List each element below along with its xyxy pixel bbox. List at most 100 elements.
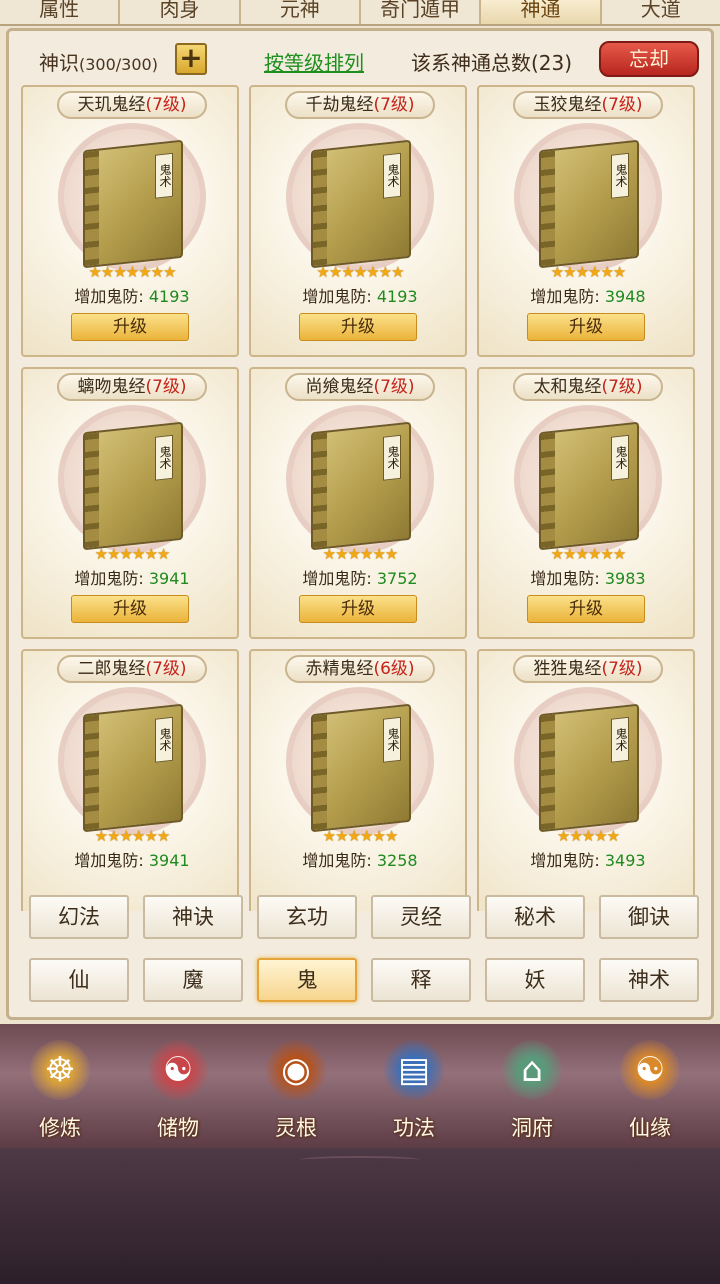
skill-card-grid[interactable]: 天玑鬼经(7级) 鬼术 ★★★★★★★ 增加鬼防: 4193 升级 千劫鬼经(7级) 鬼术 ★… (21, 85, 705, 911)
skill-name: 狌狌鬼经 (533, 659, 602, 679)
palace-icon: ⌂ (502, 1040, 562, 1100)
skill-level: (7级) (601, 95, 643, 115)
stat-value: 3493 (604, 851, 646, 870)
category-button[interactable]: 仙 (29, 958, 129, 1002)
star-rating: ★★★★★★ (550, 263, 627, 281)
stat-value: 3948 (604, 287, 646, 306)
top-tab-2[interactable]: 元神 (241, 0, 361, 24)
card-title: 太和鬼经(7级) (513, 373, 663, 401)
stat-value: 4193 (376, 287, 418, 306)
stat-label: 增加鬼防: (302, 569, 377, 588)
skill-book-icon: 鬼术 (311, 703, 411, 833)
stat-value: 3941 (148, 569, 190, 588)
top-tab-5[interactable]: 大道 (602, 0, 720, 24)
card-title: 天玑鬼经(7级) (57, 91, 207, 119)
skill-card[interactable]: 天玑鬼经(7级) 鬼术 ★★★★★★★ 增加鬼防: 4193 升级 (21, 85, 239, 357)
card-title: 螭吻鬼经(7级) (57, 373, 207, 401)
book-label: 鬼术 (611, 152, 629, 199)
nav-label: 功法 (393, 1116, 435, 1140)
upgrade-button[interactable]: 升级 (71, 313, 189, 341)
book-spine (85, 432, 99, 549)
star-rating: ★★★★★★ (94, 545, 171, 563)
skill-book-icon: 鬼术 (311, 421, 411, 551)
stat-line: 增加鬼防: 4193 (23, 283, 241, 307)
category-button[interactable]: 妖 (485, 958, 585, 1002)
skill-book-icon: 鬼术 (83, 139, 183, 269)
stat-value: 3941 (148, 851, 190, 870)
stat-value: 3258 (376, 851, 418, 870)
category-row-2: 仙魔鬼释妖神术 (29, 958, 701, 1004)
book-label: 鬼术 (155, 152, 173, 199)
category-button[interactable]: 玄功 (257, 895, 357, 939)
book-spine (85, 714, 99, 831)
skill-level: (7级) (373, 95, 415, 115)
stat-label: 增加鬼防: (302, 851, 377, 870)
skill-card[interactable]: 螭吻鬼经(7级) 鬼术 ★★★★★★ 增加鬼防: 3941 升级 (21, 367, 239, 639)
upgrade-button[interactable]: 升级 (527, 595, 645, 623)
nav-item-palace[interactable]: ⌂ 洞府 (484, 1034, 580, 1142)
bag-icon: ☯ (148, 1040, 208, 1100)
category-button[interactable]: 神诀 (143, 895, 243, 939)
monk-icon: ☸ (30, 1040, 90, 1100)
category-button[interactable]: 神术 (599, 958, 699, 1002)
book-spine (313, 714, 327, 831)
skill-level: (7级) (373, 377, 415, 397)
category-button[interactable]: 秘术 (485, 895, 585, 939)
nav-item-book[interactable]: ▤ 功法 (366, 1034, 462, 1142)
top-tab-1[interactable]: 肉身 (120, 0, 241, 24)
stat-line: 增加鬼防: 3941 (23, 847, 241, 871)
top-tab-3[interactable]: 奇门遁甲 (361, 0, 482, 24)
skill-name: 二郎鬼经 (77, 659, 146, 679)
category-button[interactable]: 释 (371, 958, 471, 1002)
panel-header: 神识(300/300) + 按等级排列 该系神通总数(23) 忘却 (9, 31, 717, 91)
upgrade-button[interactable]: 升级 (527, 313, 645, 341)
skill-level: (6级) (373, 659, 415, 679)
nav-label: 储物 (157, 1116, 199, 1140)
nav-item-monk[interactable]: ☸ 修炼 (12, 1034, 108, 1142)
stat-line: 增加鬼防: 3493 (479, 847, 697, 871)
nav-item-gourd[interactable]: ☯ 仙缘 (602, 1034, 698, 1142)
top-tab-4[interactable]: 神通 (481, 0, 602, 24)
category-row-1: 幻法 神诀 玄功 灵经 秘术 御诀 (29, 895, 701, 941)
stat-line: 增加鬼防: 3941 (23, 565, 241, 589)
star-rating: ★★★★★★ (94, 827, 171, 845)
sort-by-level-link[interactable]: 按等级排列 (264, 47, 364, 76)
stat-value: 3752 (376, 569, 418, 588)
upgrade-button[interactable]: 升级 (299, 313, 417, 341)
book-spine (313, 432, 327, 549)
skill-name: 玉狡鬼经 (533, 95, 602, 115)
skill-card[interactable]: 玉狡鬼经(7级) 鬼术 ★★★★★★ 增加鬼防: 3948 升级 (477, 85, 695, 357)
card-title: 狌狌鬼经(7级) (513, 655, 663, 683)
top-tab-0[interactable]: 属性 (0, 0, 121, 24)
stat-label: 增加鬼防: (74, 569, 149, 588)
star-rating: ★★★★★★ (322, 545, 399, 563)
skill-card[interactable]: 狌狌鬼经(7级) 鬼术 ★★★★★ 增加鬼防: 3493 (477, 649, 695, 911)
card-title: 尚飨鬼经(7级) (285, 373, 435, 401)
skill-name: 千劫鬼经 (305, 95, 374, 115)
skill-card[interactable]: 赤精鬼经(6级) 鬼术 ★★★★★★ 增加鬼防: 3258 (249, 649, 467, 911)
skill-level: (7级) (145, 377, 187, 397)
upgrade-button[interactable]: 升级 (299, 595, 417, 623)
star-rating: ★★★★★★★ (88, 263, 176, 281)
nav-label: 洞府 (511, 1116, 553, 1140)
category-button[interactable]: 魔 (143, 958, 243, 1002)
category-button[interactable]: 灵经 (371, 895, 471, 939)
nav-label: 仙缘 (629, 1116, 671, 1140)
skill-level: (7级) (601, 377, 643, 397)
stat-label: 增加鬼防: (530, 287, 605, 306)
skill-card[interactable]: 尚飨鬼经(7级) 鬼术 ★★★★★★ 增加鬼防: 3752 升级 (249, 367, 467, 639)
nav-item-bag[interactable]: ☯ 储物 (130, 1034, 226, 1142)
skill-card[interactable]: 太和鬼经(7级) 鬼术 ★★★★★★ 增加鬼防: 3983 升级 (477, 367, 695, 639)
skill-card[interactable]: 二郎鬼经(7级) 鬼术 ★★★★★★ 增加鬼防: 3941 (21, 649, 239, 911)
skill-book-icon: 鬼术 (311, 139, 411, 269)
nav-item-orb[interactable]: ◉ 灵根 (248, 1034, 344, 1142)
stat-label: 增加鬼防: (74, 851, 149, 870)
star-rating: ★★★★★★ (550, 545, 627, 563)
skill-card[interactable]: 千劫鬼经(7级) 鬼术 ★★★★★★★ 增加鬼防: 4193 升级 (249, 85, 467, 357)
category-button[interactable]: 御诀 (599, 895, 699, 939)
category-button[interactable]: 幻法 (29, 895, 129, 939)
add-shenshi-button[interactable]: + (175, 43, 207, 75)
forget-button[interactable]: 忘却 (599, 41, 699, 77)
upgrade-button[interactable]: 升级 (71, 595, 189, 623)
category-button[interactable]: 鬼 (257, 958, 357, 1002)
